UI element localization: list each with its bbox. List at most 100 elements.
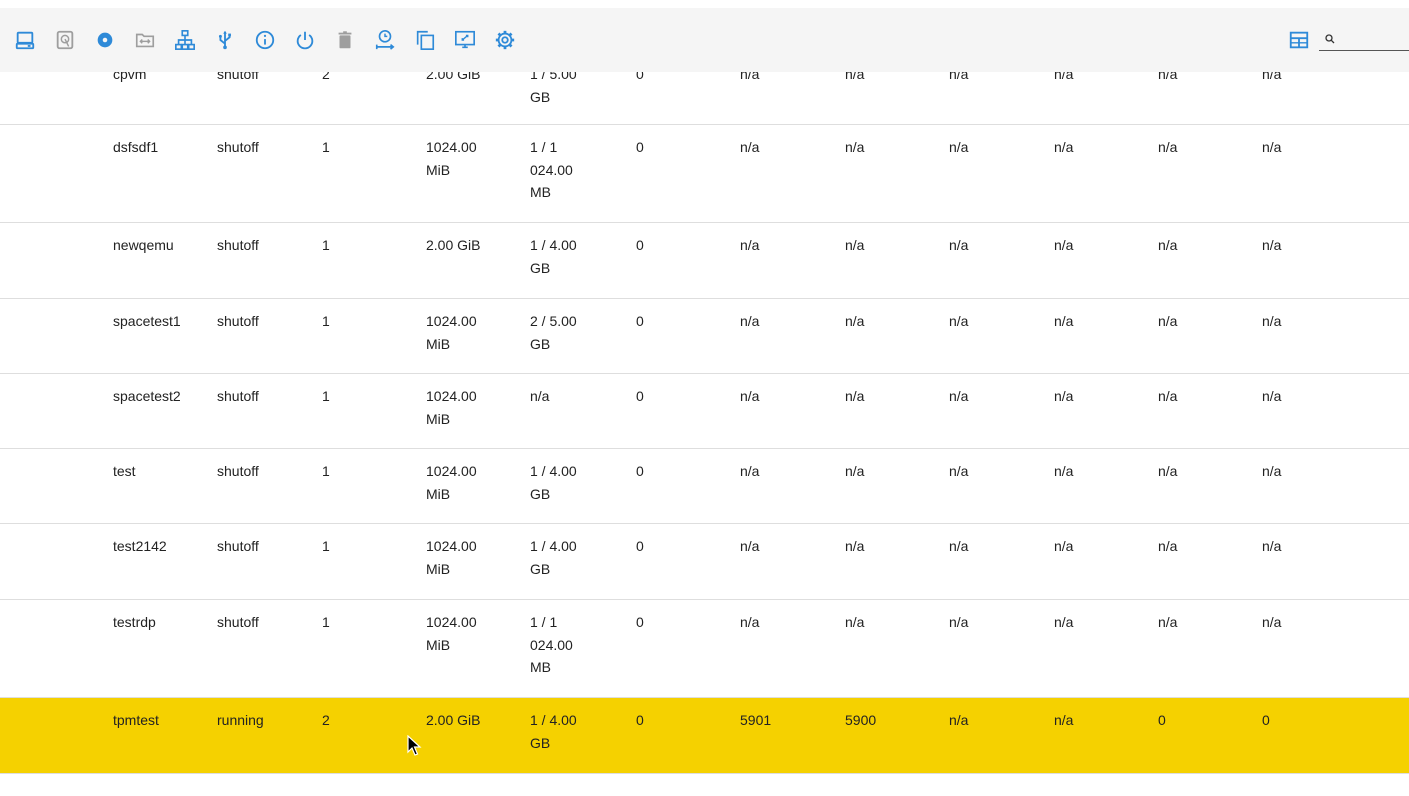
vm-memory-cell: 1024.00 MiB — [426, 385, 477, 430]
vm-col6-cell: 0 — [636, 136, 644, 159]
cell-line: n/a — [845, 614, 865, 630]
vm-memory-cell: 2.00 GiB — [426, 709, 480, 732]
vm-col6-cell: 0 — [636, 535, 644, 558]
disk-icon[interactable] — [53, 28, 77, 52]
remote-display-icon[interactable] — [453, 28, 477, 52]
cell-line: n/a — [740, 388, 760, 404]
mouse-cursor-icon — [407, 735, 422, 756]
table-row[interactable]: newqemu shutoff 1 2.00 GiB 1 / 4.00 GB 0 n/a n/a… — [0, 223, 1409, 299]
vm-col6-cell: 0 — [636, 234, 644, 257]
vm-state-cell: shutoff — [217, 136, 259, 159]
cell-line: n/a — [949, 313, 969, 329]
cell-line: n/a — [1262, 139, 1282, 155]
table-row[interactable]: spacetest1 shutoff 1 1024.00 MiB 2 / 5.00 GB 0 n… — [0, 299, 1409, 374]
cell-line: spacetest2 — [113, 388, 181, 404]
cell-line: MiB — [426, 485, 451, 502]
cell-line: GB — [530, 485, 551, 502]
vm-col10-cell: n/a — [1054, 709, 1073, 732]
vm-col9-cell: n/a — [949, 136, 968, 159]
power-icon[interactable] — [293, 28, 317, 52]
vm-col8-cell: n/a — [845, 460, 864, 483]
cdrom-icon[interactable] — [93, 28, 117, 52]
cell-line: n/a — [1262, 313, 1282, 329]
cell-line: tpmtest — [113, 712, 159, 728]
cell-line: running — [217, 712, 264, 728]
delete-icon[interactable] — [333, 28, 357, 52]
cell-line: n/a — [1054, 463, 1074, 479]
cell-line: 0 — [636, 237, 644, 253]
cell-line: newqemu — [113, 237, 174, 253]
cell-line: 1 — [322, 463, 330, 479]
shared-folder-icon[interactable] — [133, 28, 157, 52]
vm-memory-cell: 1024.00 MiB — [426, 611, 477, 656]
clone-icon[interactable] — [413, 28, 437, 52]
cell-line: MiB — [426, 410, 451, 427]
cell-line: 024.00 — [530, 636, 573, 653]
cell-line: 5900 — [845, 712, 877, 728]
vm-col9-cell: n/a — [949, 709, 968, 732]
table-row[interactable]: dsfsdf1 shutoff 1 1024.00 MiB 1 / 1 024.00 MB 0 n… — [0, 125, 1409, 223]
cell-line: n/a — [1054, 388, 1074, 404]
vm-create-icon[interactable] — [13, 28, 37, 52]
cell-line: MiB — [426, 161, 451, 178]
cell-line: 1 — [322, 538, 330, 554]
vm-vcpu-cell: 1 — [322, 385, 330, 408]
cell-line: 1 — [322, 139, 330, 155]
cell-line: 1024.00 — [426, 313, 477, 329]
cell-line: testrdp — [113, 614, 156, 630]
cell-line: 0 — [1262, 712, 1270, 728]
vm-memory-cell: 1024.00 MiB — [426, 136, 477, 181]
cell-line: 1024.00 — [426, 388, 477, 404]
vm-col8-cell: n/a — [845, 611, 864, 634]
settings-icon[interactable] — [493, 28, 517, 52]
cell-line: 0 — [636, 712, 644, 728]
cell-line: n/a — [1158, 614, 1178, 630]
cell-line: MiB — [426, 560, 451, 577]
cell-line: GB — [530, 259, 551, 276]
table-row[interactable]: test shutoff 1 1024.00 MiB 1 / 4.00 GB 0 n/a n/a n… — [0, 449, 1409, 524]
cell-line: n/a — [949, 237, 969, 253]
vm-state-cell: shutoff — [217, 460, 259, 483]
cell-line: n/a — [740, 313, 760, 329]
vm-col12-cell: n/a — [1262, 310, 1281, 333]
search-input[interactable] — [1337, 32, 1407, 48]
usb-icon[interactable] — [213, 28, 237, 52]
vm-col8-cell: n/a — [845, 385, 864, 408]
vm-col12-cell: n/a — [1262, 234, 1281, 257]
cell-line: n/a — [530, 388, 550, 404]
vm-col6-cell: 0 — [636, 709, 644, 732]
vm-col12-cell: n/a — [1262, 136, 1281, 159]
vm-state-cell: shutoff — [217, 611, 259, 634]
table-row-selected[interactable]: tpmtest running 2 2.00 GiB 1 / 4.00 GB 0 5901 59… — [0, 698, 1409, 774]
vm-col11-cell: n/a — [1158, 535, 1177, 558]
vm-col7-cell: n/a — [740, 385, 759, 408]
info-icon[interactable] — [253, 28, 277, 52]
cell-line: GB — [530, 335, 551, 352]
cell-line: n/a — [949, 139, 969, 155]
vm-col7-cell: n/a — [740, 611, 759, 634]
table-row[interactable]: spacetest2 shutoff 1 1024.00 MiB n/a 0 n/a n/a n/… — [0, 374, 1409, 449]
vm-col11-cell: n/a — [1158, 611, 1177, 634]
vm-col10-cell: n/a — [1054, 310, 1073, 333]
vm-col8-cell: n/a — [845, 136, 864, 159]
cell-line: 1024.00 — [426, 139, 477, 155]
cell-line: n/a — [1262, 538, 1282, 554]
table-row[interactable]: testrdp shutoff 1 1024.00 MiB 1 / 1 024.00 MB 0 n… — [0, 600, 1409, 698]
vm-col11-cell: n/a — [1158, 460, 1177, 483]
cell-line: shutoff — [217, 388, 259, 404]
vm-col6-cell: 0 — [636, 611, 644, 634]
cell-line: 2.00 GiB — [426, 712, 481, 728]
cell-line: 1 — [322, 614, 330, 630]
snapshot-icon[interactable] — [373, 28, 397, 52]
cell-line: 0 — [636, 463, 644, 479]
cell-line: 0 — [1158, 712, 1166, 728]
cell-line: n/a — [845, 388, 865, 404]
network-icon[interactable] — [173, 28, 197, 52]
cell-line: GB — [530, 88, 551, 105]
cell-line: n/a — [1158, 538, 1178, 554]
cell-line: 0 — [636, 614, 644, 630]
table-view-icon[interactable] — [1287, 28, 1311, 52]
cell-line: 1 / 4.00 — [530, 538, 577, 554]
table-row[interactable]: test2142 shutoff 1 1024.00 MiB 1 / 4.00 GB 0 n/a… — [0, 524, 1409, 600]
cell-line: 1 — [322, 388, 330, 404]
